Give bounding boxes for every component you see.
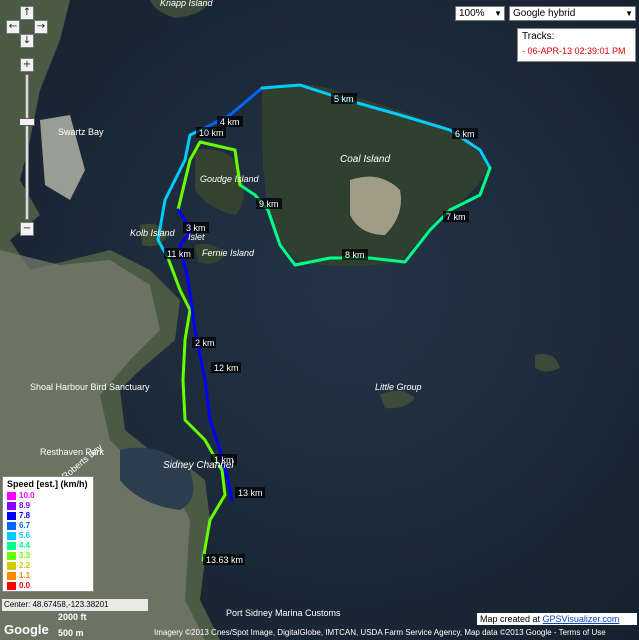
legend-swatch: [7, 521, 16, 530]
legend-swatch: [7, 541, 16, 550]
zoom-slider-handle[interactable]: [19, 118, 35, 126]
km-marker-5: 5 km: [331, 93, 357, 104]
legend-swatch: [7, 511, 16, 520]
legend-value: 6.7: [19, 521, 31, 530]
km-marker-9: 9 km: [256, 198, 282, 209]
scale-feet: 2000 ft: [58, 612, 87, 622]
credit-box: Map created at GPSVisualizer.com: [477, 613, 637, 625]
km-marker-12: 12 km: [211, 362, 241, 373]
svg-text:10 km: 10 km: [199, 128, 224, 138]
legend-value: 10.0: [19, 491, 35, 500]
scale-meters: 500 m: [58, 628, 84, 638]
legend-value: 4.4: [19, 541, 31, 550]
svg-text:8 km: 8 km: [345, 250, 365, 260]
legend-value: 8.9: [19, 501, 31, 510]
svg-text:6 km: 6 km: [455, 129, 475, 139]
km-marker-6: 6 km: [452, 128, 478, 139]
svg-text:13.63 km: 13.63 km: [206, 555, 243, 565]
track-item[interactable]: - 06-APR-13 02:39:01 PM: [522, 46, 626, 56]
legend-value: 0.0: [19, 581, 31, 590]
label-sidney-channel: Sidney Channel: [163, 460, 234, 471]
legend-swatch: [7, 531, 16, 540]
zoom-percent-value: 100%: [459, 8, 485, 19]
pan-right-button[interactable]: →: [34, 20, 48, 34]
svg-text:4 km: 4 km: [220, 117, 240, 127]
svg-text:9 km: 9 km: [259, 199, 279, 209]
km-marker-2: 2 km: [192, 337, 216, 348]
label-shoal-harbour: Shoal Harbour Bird Sanctuary: [30, 382, 150, 392]
legend-entry: 2.2: [7, 561, 30, 571]
map-type-value: Google hybrid: [513, 8, 576, 19]
legend-entry: 6.7: [7, 521, 30, 531]
pan-up-button[interactable]: ↑: [20, 6, 34, 20]
legend-value: 1.1: [19, 571, 31, 580]
legend-swatch: [7, 501, 16, 510]
km-marker-4: 4 km: [217, 116, 243, 127]
label-knapp-island: Knapp Island: [160, 0, 214, 8]
label-swartz-bay: Swartz Bay: [58, 127, 104, 137]
legend-entry: 4.4: [7, 541, 30, 551]
km-marker-10: 10 km: [196, 127, 226, 138]
zoom-slider-track[interactable]: [25, 74, 29, 220]
km-marker-13: 13 km: [235, 487, 265, 498]
chevron-down-icon: ▼: [625, 9, 633, 18]
copyright-text: Imagery ©2013 Cnes/Spot Image, DigitalGl…: [154, 628, 606, 637]
pan-down-button[interactable]: ↓: [20, 34, 34, 48]
legend-swatch: [7, 491, 16, 500]
svg-text:5 km: 5 km: [334, 94, 354, 104]
legend-value: 3.3: [19, 551, 31, 560]
legend-value: 7.8: [19, 511, 31, 520]
legend-entry: 8.9: [7, 501, 30, 511]
legend-swatch: [7, 551, 16, 560]
pan-left-button[interactable]: ←: [6, 20, 20, 34]
tracks-title: Tracks:: [522, 31, 555, 42]
legend-entry: 0.0: [7, 581, 30, 591]
chevron-down-icon: ▼: [494, 9, 502, 18]
svg-text:7 km: 7 km: [446, 212, 466, 222]
credit-prefix: Map created at: [480, 614, 543, 624]
legend-value: 2.2: [19, 561, 31, 570]
label-goudge-island: Goudge Island: [200, 174, 260, 184]
label-fernie-island: Fernie Island: [202, 248, 255, 258]
legend-entry: 3.3: [7, 551, 30, 561]
km-marker-8: 8 km: [342, 249, 368, 260]
svg-text:12 km: 12 km: [214, 363, 239, 373]
svg-text:11 km: 11 km: [167, 249, 191, 259]
gpsvisualizer-link[interactable]: GPSVisualizer.com: [543, 614, 620, 624]
legend-entry: 10.0: [7, 491, 35, 501]
label-kolb-island: Kolb Island: [130, 228, 176, 238]
label-islet: Islet: [188, 232, 205, 242]
legend-swatch: [7, 581, 16, 590]
speed-legend: Speed [est.] (km/h) 10.0 8.9 7.8 6.7 5.6 4.4 3…: [2, 476, 94, 592]
zoom-percent-select[interactable]: 100% ▼: [455, 6, 505, 21]
center-coordinates: Center: 48.67458,-123.38201: [2, 599, 148, 611]
zoom-out-button[interactable]: −: [20, 222, 34, 236]
tracks-panel: Tracks: - 06-APR-13 02:39:01 PM: [517, 28, 636, 62]
legend-swatch: [7, 561, 16, 570]
label-port-sidney: Port Sidney Marina Customs: [226, 608, 341, 618]
map-type-select[interactable]: Google hybrid ▼: [509, 6, 636, 21]
label-little-group: Little Group: [375, 382, 422, 392]
legend-entry: 7.8: [7, 511, 30, 521]
svg-text:2 km: 2 km: [195, 338, 215, 348]
legend-value: 5.6: [19, 531, 31, 540]
satellite-map[interactable]: 1 km 2 km 3 km 4 km 5 km 6 km 7 km 8 km …: [0, 0, 639, 640]
svg-text:13 km: 13 km: [238, 488, 263, 498]
label-coal-island: Coal Island: [340, 154, 390, 165]
km-marker-end: 13.63 km: [203, 554, 245, 565]
km-marker-11: 11 km: [164, 248, 194, 259]
legend-title: Speed [est.] (km/h): [7, 479, 88, 489]
legend-entry: 1.1: [7, 571, 30, 581]
legend-entry: 5.6: [7, 531, 30, 541]
google-logo[interactable]: Google: [4, 622, 49, 637]
km-marker-7: 7 km: [443, 211, 469, 222]
legend-swatch: [7, 571, 16, 580]
zoom-in-button[interactable]: +: [20, 58, 34, 72]
